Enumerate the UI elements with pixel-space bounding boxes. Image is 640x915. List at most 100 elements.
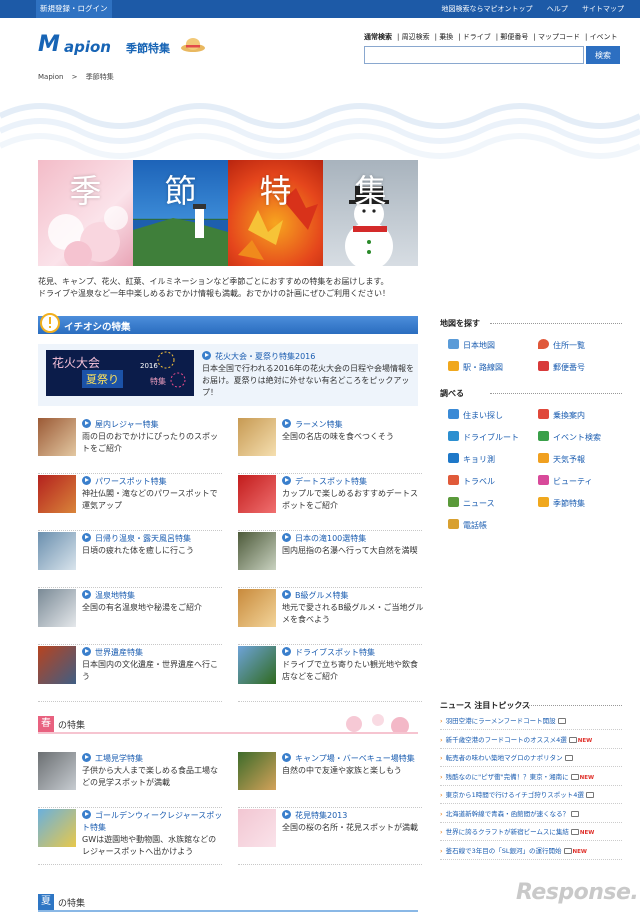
sidebar-address-list[interactable]: 住所一覧 — [538, 338, 585, 351]
pickup-thumbnail[interactable] — [238, 475, 276, 513]
spring-thumbnail[interactable] — [38, 752, 76, 790]
sidebar-search-link[interactable]: キョリ測 — [448, 452, 495, 465]
map-search-title: 地図を探す — [440, 318, 622, 329]
pickup-thumbnail[interactable] — [38, 589, 76, 627]
pickup-item-title[interactable]: B級グルメ特集 — [282, 589, 424, 602]
pickup-item[interactable]: 日本の滝100選特集 国内屈指の名瀑へ行って大自然を満喫 — [238, 532, 428, 588]
pickup-section-header: イチオシの特集 — [38, 313, 418, 334]
hero-kanji-4: 集 — [354, 172, 387, 210]
news-item[interactable]: 釜石線で3年目の「SL銀河」の運行開始 NEW — [440, 842, 622, 860]
mapion-top-link[interactable]: 地図検索ならマピオントップ — [442, 5, 533, 13]
pickup-item-desc: 日頃の疲れた体を癒しに行こう — [82, 546, 194, 555]
pickup-item[interactable]: ラーメン特集 全国の名店の味を食べつくそう — [238, 418, 428, 474]
nav-normal-search[interactable]: 通常検索 — [364, 33, 392, 41]
nav-area-search[interactable]: 周辺検索 — [402, 33, 430, 41]
pickup-item[interactable]: B級グルメ特集 地元で愛されるB級グルメ・ご当地グルメを食べよう — [238, 589, 428, 645]
news-item[interactable]: 羽田空港にラーメンフードコート開設 — [440, 712, 622, 730]
spring-item-title[interactable]: 工場見学特集 — [82, 752, 224, 765]
sidebar-search-link-label: イベント検索 — [553, 433, 601, 442]
featured-title[interactable]: 花火大会・夏祭り特集2016 — [202, 350, 414, 363]
sidebar-search-link[interactable]: 季節特集 — [538, 496, 585, 509]
login-link[interactable]: 新規登録・ログイン — [36, 0, 112, 18]
nav-event[interactable]: イベント — [590, 33, 618, 41]
sidebar-postal-code[interactable]: 郵便番号 — [538, 360, 585, 373]
sidebar-search-link[interactable]: 住まい探し — [448, 408, 503, 421]
pickup-item-title[interactable]: 屋内レジャー特集 — [82, 418, 224, 431]
sakura-decoration — [346, 714, 409, 734]
pickup-item-desc: 神社仏閣・滝などのパワースポットで運気アップ — [82, 489, 218, 510]
pickup-thumbnail[interactable] — [238, 532, 276, 570]
nav-transfer[interactable]: 乗換 — [439, 33, 453, 41]
news-item[interactable]: 新千歳空港のフードコートのオススメ4選 NEW — [440, 731, 622, 749]
pickup-item[interactable]: 世界遺産特集 日本国内の文化遺産・世界遺産へ行こう — [38, 646, 228, 702]
sidebar-search-link[interactable]: ドライブルート — [448, 430, 519, 443]
pickup-thumbnail[interactable] — [238, 589, 276, 627]
spring-item-title[interactable]: キャンプ場・バーベキュー場特集 — [282, 752, 424, 765]
pickup-item-title[interactable]: 世界遺産特集 — [82, 646, 224, 659]
sidebar-search-link[interactable]: ビューティ — [538, 474, 593, 487]
pickup-item[interactable]: 屋内レジャー特集 雨の日のおでかけにぴったりのスポットをご紹介 — [38, 418, 228, 474]
link-icon — [538, 431, 549, 441]
spring-item-desc: 子供から大人まで楽しめる食品工場などの見学スポットが満載 — [82, 766, 218, 787]
news-item[interactable]: 世界に誇るクラフトが新宿ビームスに集結 NEW — [440, 823, 622, 841]
sitemap-link[interactable]: サイトマップ — [582, 5, 624, 13]
pickup-item-title-text: デートスポット特集 — [295, 477, 367, 486]
pickup-item-title[interactable]: 温泉地特集 — [82, 589, 224, 602]
news-item[interactable]: 残酷なのに"ピザ衝"完備！？東京・湘南に NEW — [440, 768, 622, 786]
sidebar-search-link[interactable]: イベント検索 — [538, 430, 601, 443]
news-item[interactable]: 北海道新幹線で青森・函館間が速くなる？ — [440, 805, 622, 823]
sidebar-japan-map[interactable]: 日本地図 — [448, 338, 495, 351]
sidebar-search-link[interactable]: 乗換案内 — [538, 408, 585, 421]
pickup-item[interactable]: 温泉地特集 全国の有名温泉地や秘湯をご紹介 — [38, 589, 228, 645]
spring-grid: 工場見学特集 子供から大人まで楽しめる食品工場などの見学スポットが満載 キャンプ場・… — [38, 752, 422, 872]
link-icon — [448, 409, 459, 419]
pickup-thumbnail[interactable] — [238, 646, 276, 684]
nav-postal[interactable]: 郵便番号 — [500, 33, 528, 41]
breadcrumb-home[interactable]: Mapion — [38, 73, 63, 81]
nav-mapcode[interactable]: マップコード — [538, 33, 580, 41]
spring-item[interactable]: ゴールデンウィークレジャースポット特集 GWは遊園地や動物園、水族館などのレジャー… — [38, 809, 228, 865]
spring-item[interactable]: キャンプ場・バーベキュー場特集 自然の中で友達や家族と楽しもう — [238, 752, 428, 808]
summer-kanji: 夏 — [38, 894, 54, 910]
search-button[interactable]: 検索 — [586, 46, 620, 64]
pickup-thumbnail[interactable] — [38, 418, 76, 456]
pickup-thumbnail[interactable] — [38, 475, 76, 513]
help-link[interactable]: ヘルプ — [547, 5, 568, 13]
sidebar-search-link[interactable]: トラベル — [448, 474, 495, 487]
pickup-item-title[interactable]: 日本の滝100選特集 — [282, 532, 424, 545]
pickup-thumbnail[interactable] — [38, 532, 76, 570]
spring-thumbnail[interactable] — [38, 809, 76, 847]
pickup-thumbnail[interactable] — [238, 418, 276, 456]
sidebar-station-map[interactable]: 駅・路線図 — [448, 360, 503, 373]
sidebar-search-link[interactable]: 電話帳 — [448, 518, 487, 531]
spring-thumbnail[interactable] — [238, 809, 276, 847]
news-item[interactable]: 東京から1時間で行けるイチゴ狩りスポット4選 — [440, 786, 622, 804]
banner-tag: 特集 — [150, 377, 166, 386]
nav-drive[interactable]: ドライブ — [463, 33, 491, 41]
pickup-item-title[interactable]: デートスポット特集 — [282, 475, 424, 488]
pickup-item-title[interactable]: ドライブスポット特集 — [282, 646, 424, 659]
pickup-thumbnail[interactable] — [38, 646, 76, 684]
news-item[interactable]: 転売者の味わい築地マグロのナポリタン — [440, 749, 622, 767]
sidebar-search-link[interactable]: ニュース — [448, 496, 495, 509]
sidebar-search-link[interactable]: 天気予報 — [538, 452, 585, 465]
pickup-item-title[interactable]: 日帰り温泉・露天風呂特集 — [82, 532, 224, 545]
link-icon — [538, 497, 549, 507]
pickup-item[interactable]: ドライブスポット特集 ドライブで立ち寄りたい観光地や飲食店などをご紹介 — [238, 646, 428, 702]
pickup-item-title[interactable]: ラーメン特集 — [282, 418, 424, 431]
spring-thumbnail[interactable] — [238, 752, 276, 790]
pickup-item-desc: 日本国内の文化遺産・世界遺産へ行こう — [82, 660, 218, 681]
pickup-item-title[interactable]: パワースポット特集 — [82, 475, 224, 488]
spring-item[interactable]: 工場見学特集 子供から大人まで楽しめる食品工場などの見学スポットが満載 — [38, 752, 228, 808]
intro-line-2: ドライブや温泉など一年中楽しめるおでかけ情報も満載。おでかけの計画にぜひご利用く… — [38, 289, 390, 298]
pickup-item[interactable]: 日帰り温泉・露天風呂特集 日頃の疲れた体を癒しに行こう — [38, 532, 228, 588]
fireworks-banner[interactable]: 花火大会 2016 夏祭り 特集 — [46, 350, 194, 396]
search-input[interactable] — [364, 46, 584, 64]
spring-item[interactable]: 花見特集2013 全国の桜の名所・花見スポットが満載 — [238, 809, 428, 865]
spring-item-title[interactable]: ゴールデンウィークレジャースポット特集 — [82, 809, 224, 834]
featured-item[interactable]: 花火大会 2016 夏祭り 特集 花火大会・夏祭り特集2016 日本全国で行われ… — [38, 344, 418, 406]
pickup-item[interactable]: パワースポット特集 神社仏閣・滝などのパワースポットで運気アップ — [38, 475, 228, 531]
spring-item-title[interactable]: 花見特集2013 — [282, 809, 424, 822]
pickup-item[interactable]: デートスポット特集 カップルで楽しめるおすすめデートスポットをご紹介 — [238, 475, 428, 531]
logo-subtitle: 季節特集 — [126, 42, 170, 55]
